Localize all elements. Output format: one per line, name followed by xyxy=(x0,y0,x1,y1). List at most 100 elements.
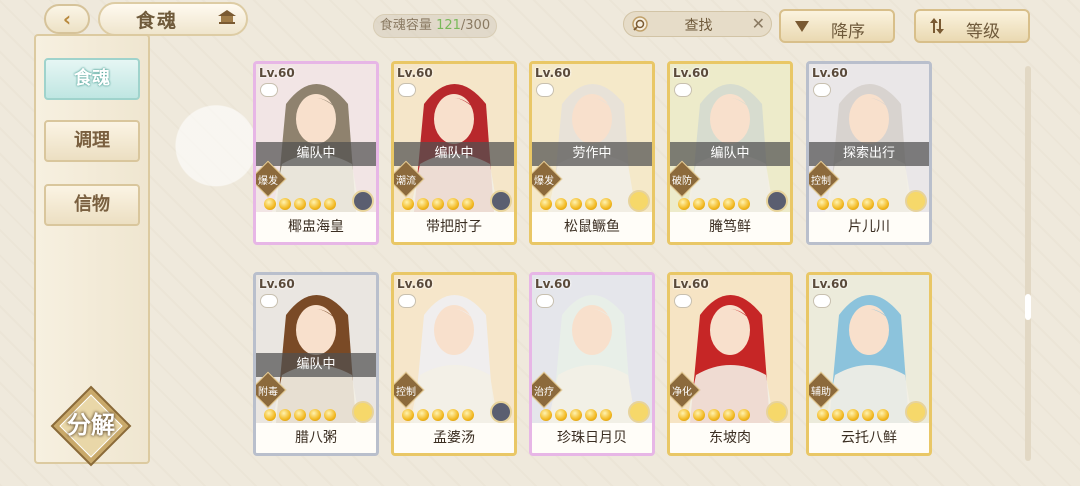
star-icon xyxy=(264,409,276,421)
status-banner: 探索出行 xyxy=(809,142,929,166)
element-badge-icon xyxy=(490,190,512,212)
dish-icon xyxy=(674,294,692,308)
star-icon xyxy=(432,409,444,421)
star-icon xyxy=(309,409,321,421)
star-icon xyxy=(723,409,735,421)
role-label: 控制 xyxy=(396,387,416,398)
card-name: 云托八鲜 xyxy=(809,423,929,453)
star-icon xyxy=(832,409,844,421)
food-soul-card[interactable]: Lv.60 净化 东坡肉 xyxy=(667,272,793,456)
food-soul-card[interactable]: Lv.60 控制 孟婆汤 xyxy=(391,272,517,456)
decompose-button[interactable]: 分解 xyxy=(54,405,128,440)
star-icon xyxy=(600,198,612,210)
sidebar-item-shihun[interactable]: 食魂 xyxy=(44,58,140,100)
triangle-down-icon xyxy=(795,21,809,32)
star-icon xyxy=(417,198,429,210)
card-name: 腌笃鲜 xyxy=(670,212,790,242)
scrollbar[interactable] xyxy=(1025,66,1031,461)
star-icon xyxy=(279,198,291,210)
star-icon xyxy=(555,198,567,210)
star-icon xyxy=(417,409,429,421)
role-label: 潮流 xyxy=(396,176,416,187)
star-icon xyxy=(555,409,567,421)
sort-order-button[interactable]: 降序 xyxy=(779,9,895,43)
star-icon xyxy=(309,198,321,210)
back-button[interactable]: ‹ xyxy=(44,4,90,34)
star-icon xyxy=(738,409,750,421)
card-name: 松鼠鳜鱼 xyxy=(532,212,652,242)
card-name: 椰盅海皇 xyxy=(256,212,376,242)
role-label: 治疗 xyxy=(534,387,554,398)
food-soul-card[interactable]: Lv.60 辅助 云托八鲜 xyxy=(806,272,932,456)
star-icon xyxy=(693,409,705,421)
search-box[interactable]: 查找 ✕ xyxy=(623,11,772,37)
dish-icon xyxy=(674,83,692,97)
element-badge-icon xyxy=(352,190,374,212)
role-label: 净化 xyxy=(672,387,692,398)
status-banner: 编队中 xyxy=(670,142,790,166)
star-icon xyxy=(447,198,459,210)
food-soul-card[interactable]: Lv.60 编队中 潮流 带把肘子 xyxy=(391,61,517,245)
star-icon xyxy=(294,198,306,210)
star-icon xyxy=(462,409,474,421)
level-label: Lv.60 xyxy=(673,277,709,291)
temple-icon[interactable] xyxy=(217,9,237,25)
status-banner: 编队中 xyxy=(256,353,376,377)
star-icon xyxy=(817,409,829,421)
star-icon xyxy=(678,409,690,421)
page-title: 食魂 xyxy=(136,10,179,32)
dish-icon xyxy=(260,294,278,308)
scrollbar-thumb[interactable] xyxy=(1025,294,1031,320)
element-badge-icon xyxy=(766,401,788,423)
element-badge-icon xyxy=(628,401,650,423)
status-banner: 编队中 xyxy=(256,142,376,166)
sort-order-label: 降序 xyxy=(831,22,865,42)
star-icon xyxy=(877,409,889,421)
status-banner: 编队中 xyxy=(394,142,514,166)
star-icon xyxy=(540,198,552,210)
star-icon xyxy=(279,409,291,421)
star-icon xyxy=(862,409,874,421)
sort-key-button[interactable]: 等级 xyxy=(914,9,1030,43)
role-label: 爆发 xyxy=(534,176,554,187)
element-badge-icon xyxy=(490,401,512,423)
dish-icon xyxy=(398,83,416,97)
element-badge-icon xyxy=(352,401,374,423)
food-soul-card[interactable]: Lv.60 编队中 附毒 腊八粥 xyxy=(253,272,379,456)
role-label: 辅助 xyxy=(811,387,831,398)
level-label: Lv.60 xyxy=(535,66,571,80)
dish-icon xyxy=(813,294,831,308)
food-soul-card[interactable]: Lv.60 编队中 爆发 椰盅海皇 xyxy=(253,61,379,245)
level-label: Lv.60 xyxy=(812,277,848,291)
star-icon xyxy=(462,198,474,210)
card-name: 东坡肉 xyxy=(670,423,790,453)
element-badge-icon xyxy=(905,190,927,212)
level-label: Lv.60 xyxy=(259,277,295,291)
star-icon xyxy=(585,198,597,210)
star-icon xyxy=(723,198,735,210)
clear-icon[interactable]: ✕ xyxy=(752,14,765,33)
dish-icon xyxy=(398,294,416,308)
star-icon xyxy=(402,198,414,210)
star-icon xyxy=(877,198,889,210)
star-icon xyxy=(264,198,276,210)
sort-arrows-icon xyxy=(930,18,944,34)
card-name: 片儿川 xyxy=(809,212,929,242)
star-icon xyxy=(847,198,859,210)
star-icon xyxy=(570,198,582,210)
food-soul-card[interactable]: Lv.60 劳作中 爆发 松鼠鳜鱼 xyxy=(529,61,655,245)
star-icon xyxy=(324,198,336,210)
food-soul-card[interactable]: Lv.60 编队中 破防 腌笃鲜 xyxy=(667,61,793,245)
star-icon xyxy=(432,198,444,210)
element-badge-icon xyxy=(628,190,650,212)
food-soul-card[interactable]: Lv.60 探索出行 控制 片儿川 xyxy=(806,61,932,245)
star-icon xyxy=(294,409,306,421)
star-icon xyxy=(817,198,829,210)
element-badge-icon xyxy=(905,401,927,423)
food-soul-card[interactable]: Lv.60 治疗 珍珠日月贝 xyxy=(529,272,655,456)
star-icon xyxy=(738,198,750,210)
dish-icon xyxy=(260,83,278,97)
sidebar-item-tiaoli[interactable]: 调理 xyxy=(44,120,140,162)
sidebar-item-xinwu[interactable]: 信物 xyxy=(44,184,140,226)
role-label: 附毒 xyxy=(258,387,278,398)
